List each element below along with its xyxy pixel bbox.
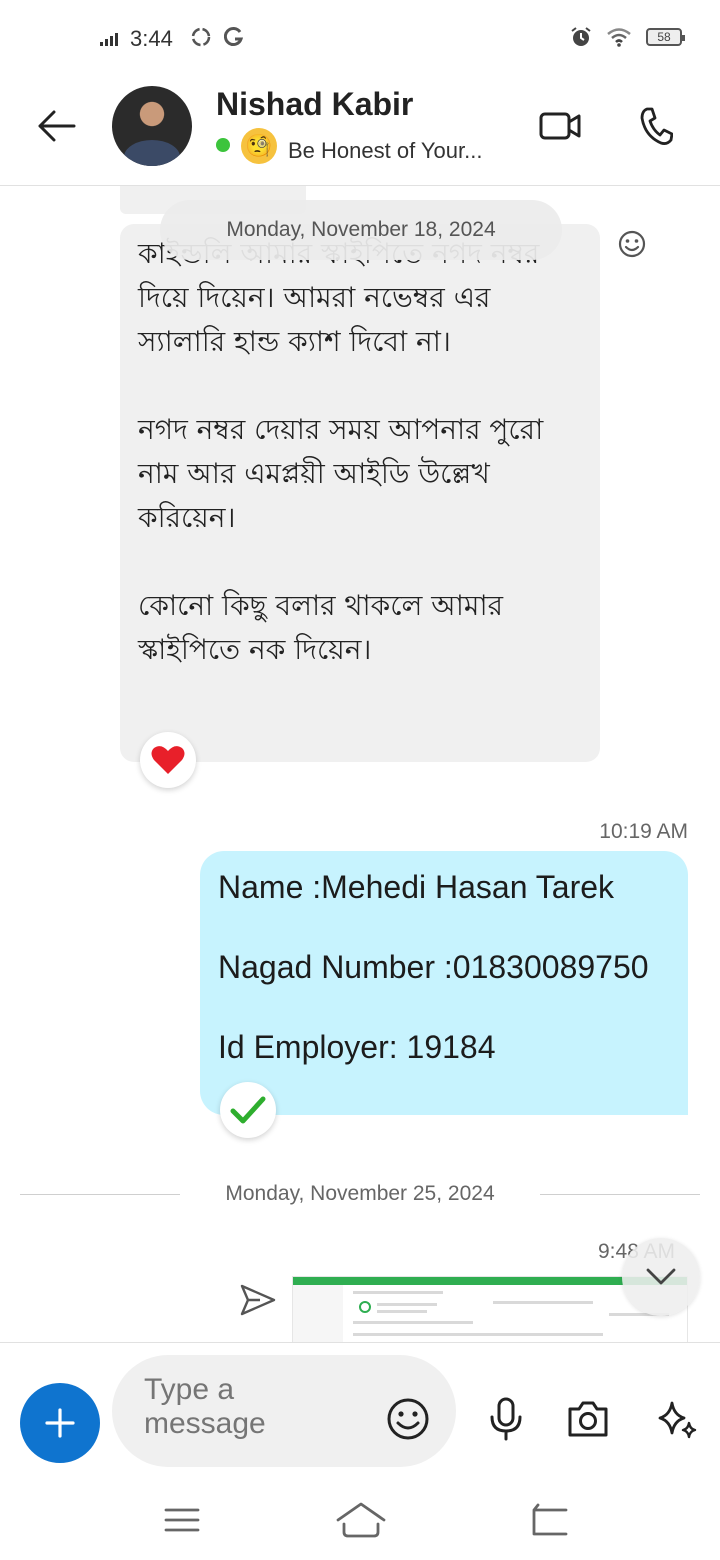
date-divider: Monday, November 25, 2024	[20, 1182, 700, 1206]
message-input[interactable]	[144, 1373, 344, 1441]
incoming-message-text-3: কোনো কিছু বলার থাকলে আমার স্কাইপিতে নক দ…	[138, 589, 503, 666]
contact-name[interactable]: Nishad Kabir	[216, 86, 413, 123]
contact-avatar[interactable]	[112, 86, 192, 166]
checkmark-icon	[230, 1096, 266, 1124]
video-camera-icon	[539, 112, 581, 140]
plus-icon	[45, 1408, 75, 1438]
date-separator: Monday, November 18, 2024	[160, 200, 562, 260]
alarm-icon	[571, 27, 591, 46]
outgoing-line-name: Name :Mehedi Hasan Tarek	[218, 869, 615, 905]
mood-emoji-icon: 🧐	[241, 128, 277, 164]
add-reaction-icon[interactable]	[616, 228, 648, 260]
battery-icon: 58	[646, 28, 685, 46]
outgoing-line-number: Nagad Number :01830089750	[218, 949, 649, 985]
battery-level: 58	[657, 30, 671, 44]
wifi-icon	[607, 28, 631, 47]
sparkle-icon[interactable]	[654, 1399, 698, 1439]
g-icon	[224, 27, 244, 46]
microphone-icon[interactable]	[486, 1397, 526, 1441]
heart-icon	[151, 746, 185, 774]
arrow-left-icon	[38, 110, 76, 142]
chat-area[interactable]: কাইন্ডলি আমার স্কাইপিতে নগদ নম্বর দিয়ে …	[0, 186, 720, 1342]
signal-icon	[100, 30, 118, 46]
message-composer	[0, 1342, 720, 1488]
video-call-button[interactable]	[534, 102, 586, 150]
recent-apps-icon[interactable]	[160, 1500, 204, 1540]
outgoing-line-id: Id Employer: 19184	[218, 1029, 496, 1065]
presence-indicator	[216, 138, 230, 152]
home-icon[interactable]	[334, 1498, 388, 1542]
chat-header: Nishad Kabir 🧐 Be Honest of Your...	[0, 78, 720, 186]
camera-icon[interactable]	[566, 1399, 610, 1439]
sync-icon	[191, 27, 211, 47]
add-button[interactable]	[20, 1383, 100, 1463]
status-time: 3:44	[130, 26, 173, 51]
status-message[interactable]: Be Honest of Your...	[288, 138, 498, 164]
incoming-message-bubble[interactable]: কাইন্ডলি আমার স্কাইপিতে নগদ নম্বর দিয়ে …	[120, 224, 600, 762]
back-nav-icon[interactable]	[526, 1500, 570, 1540]
back-button[interactable]	[30, 104, 82, 148]
emoji-icon[interactable]	[386, 1397, 430, 1441]
phone-icon	[640, 107, 673, 145]
chevron-down-icon	[646, 1268, 676, 1285]
forward-icon[interactable]	[238, 1280, 278, 1320]
heart-reaction-badge[interactable]	[140, 732, 196, 788]
outgoing-timestamp: 10:19 AM	[599, 820, 688, 843]
system-navigation-bar	[0, 1488, 720, 1560]
status-bar: 3:44 58	[0, 0, 720, 78]
incoming-message-text-2: নগদ নম্বর দেয়ার সময় আপনার পুরো নাম আর …	[138, 413, 544, 534]
scroll-down-button[interactable]	[622, 1238, 700, 1316]
audio-call-button[interactable]	[630, 102, 682, 150]
outgoing-message-bubble[interactable]: Name :Mehedi Hasan Tarek Nagad Number :0…	[200, 851, 688, 1115]
check-reaction-badge[interactable]	[220, 1082, 276, 1138]
